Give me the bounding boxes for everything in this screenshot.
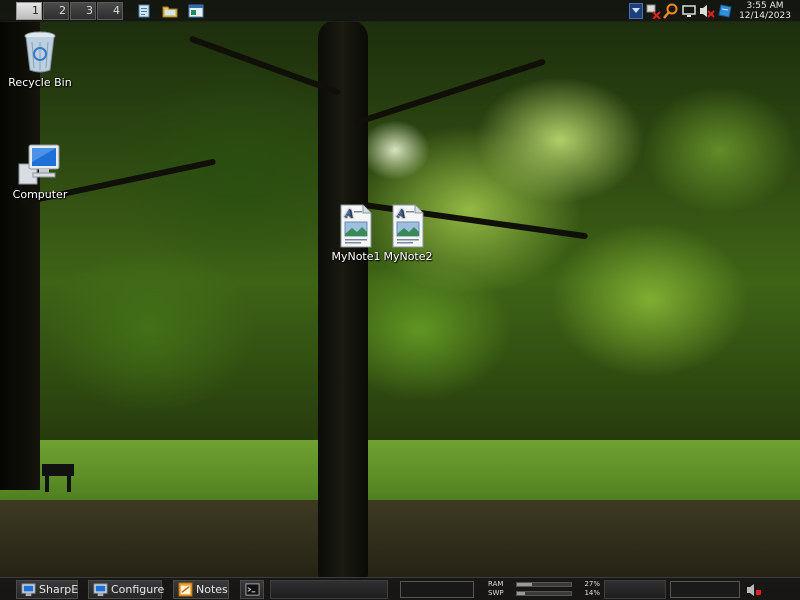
- volume-muted-icon: [700, 4, 715, 18]
- notes-icon: [178, 582, 193, 597]
- network-tray-button[interactable]: [645, 1, 661, 20]
- memory-graph: [400, 581, 474, 598]
- workspace-4-button[interactable]: 4: [97, 2, 123, 20]
- desktop-icon-computer[interactable]: Computer: [8, 142, 72, 201]
- computer-icon: [21, 583, 36, 597]
- folder-icon: [162, 6, 178, 18]
- svg-text:A: A: [344, 207, 353, 220]
- desktop-icon-label: Recycle Bin: [8, 76, 72, 89]
- workspace-switcher: 1 2 3 4: [16, 2, 124, 20]
- search-icon: [663, 3, 678, 19]
- task-button-configure[interactable]: Configure: [88, 580, 165, 599]
- task-button-terminal[interactable]: [240, 580, 264, 599]
- system-tray: [645, 1, 733, 20]
- quick-launch: [134, 2, 206, 20]
- task-button-sharpe[interactable]: SharpE: [16, 580, 78, 599]
- explorer-launch-button[interactable]: [160, 2, 180, 20]
- tray-expand-button[interactable]: [629, 3, 643, 19]
- speaker-muted-icon: [747, 583, 761, 596]
- clock-time: 3:55 AM: [746, 1, 784, 11]
- desktop-icon-mynote1[interactable]: A MyNote1: [326, 204, 386, 263]
- volume-mute-button[interactable]: [744, 581, 764, 598]
- ram-label: RAM: [488, 580, 504, 588]
- main-tree-trunk: [318, 20, 368, 580]
- task-button-label: Configure: [111, 583, 165, 596]
- document-icon: A: [340, 204, 372, 248]
- chevron-down-icon: [632, 8, 640, 13]
- ram-meter: RAM 27%: [488, 580, 600, 589]
- task-button-label: SharpE: [39, 583, 79, 596]
- window-launch-button[interactable]: [186, 2, 206, 20]
- ram-bar: [516, 582, 572, 587]
- ram-percent: 27%: [584, 580, 600, 588]
- search-tray-button[interactable]: [663, 1, 679, 20]
- document-icon: A: [392, 204, 424, 248]
- task-button-label: Notes: [196, 583, 228, 596]
- clock-date: 12/14/2023: [739, 11, 791, 21]
- app-tray-button[interactable]: [717, 1, 733, 20]
- desktop-icon-mynote2[interactable]: A MyNote2: [378, 204, 438, 263]
- volume-level-box[interactable]: [670, 581, 740, 598]
- desktop-icon-label: MyNote1: [331, 250, 381, 263]
- memory-monitor: RAM 27% SWP 14%: [488, 580, 600, 599]
- notepad-launch-button[interactable]: [134, 2, 154, 20]
- sky-opening: [360, 120, 430, 180]
- swap-bar-fill: [517, 592, 525, 595]
- swap-meter: SWP 14%: [488, 589, 600, 598]
- display-icon: [682, 4, 696, 17]
- swap-bar: [516, 591, 572, 596]
- workspace-3-button[interactable]: 3: [70, 2, 96, 20]
- desktop-wallpaper: [0, 0, 800, 600]
- computer-icon: [18, 144, 60, 185]
- taskbar-empty-slot: [270, 580, 388, 599]
- svg-text:A: A: [396, 207, 405, 220]
- swap-percent: 14%: [584, 589, 600, 597]
- ram-bar-fill: [517, 583, 532, 586]
- park-bench: [42, 464, 74, 492]
- bottom-taskbar: SharpE Configure Notes RAM 27% SWP 14%: [0, 577, 800, 600]
- workspace-2-button[interactable]: 2: [43, 2, 69, 20]
- volume-tray-button[interactable]: [699, 1, 715, 20]
- system-clock[interactable]: 3:55 AM 12/14/2023: [735, 0, 795, 22]
- network-disconnected-icon: [646, 4, 661, 19]
- computer-icon: [93, 583, 108, 597]
- terminal-icon: [245, 583, 260, 596]
- top-taskbar: 1 2 3 4 3:55 AM 12/14/2023: [0, 0, 800, 22]
- swap-label: SWP: [488, 589, 504, 597]
- notepad-icon: [138, 4, 150, 18]
- recycle-bin-icon: [24, 31, 56, 73]
- desktop-icon-label: MyNote2: [383, 250, 433, 263]
- display-tray-button[interactable]: [681, 1, 697, 20]
- taskbar-empty-slot: [604, 580, 666, 599]
- window-icon: [188, 4, 204, 18]
- desktop-icon-recycle-bin[interactable]: Recycle Bin: [8, 30, 72, 89]
- left-tree-trunk: [0, 20, 40, 490]
- workspace-1-button[interactable]: 1: [16, 2, 42, 20]
- app-icon: [718, 3, 732, 18]
- desktop-icon-label: Computer: [12, 188, 68, 201]
- task-button-notes[interactable]: Notes: [173, 580, 229, 599]
